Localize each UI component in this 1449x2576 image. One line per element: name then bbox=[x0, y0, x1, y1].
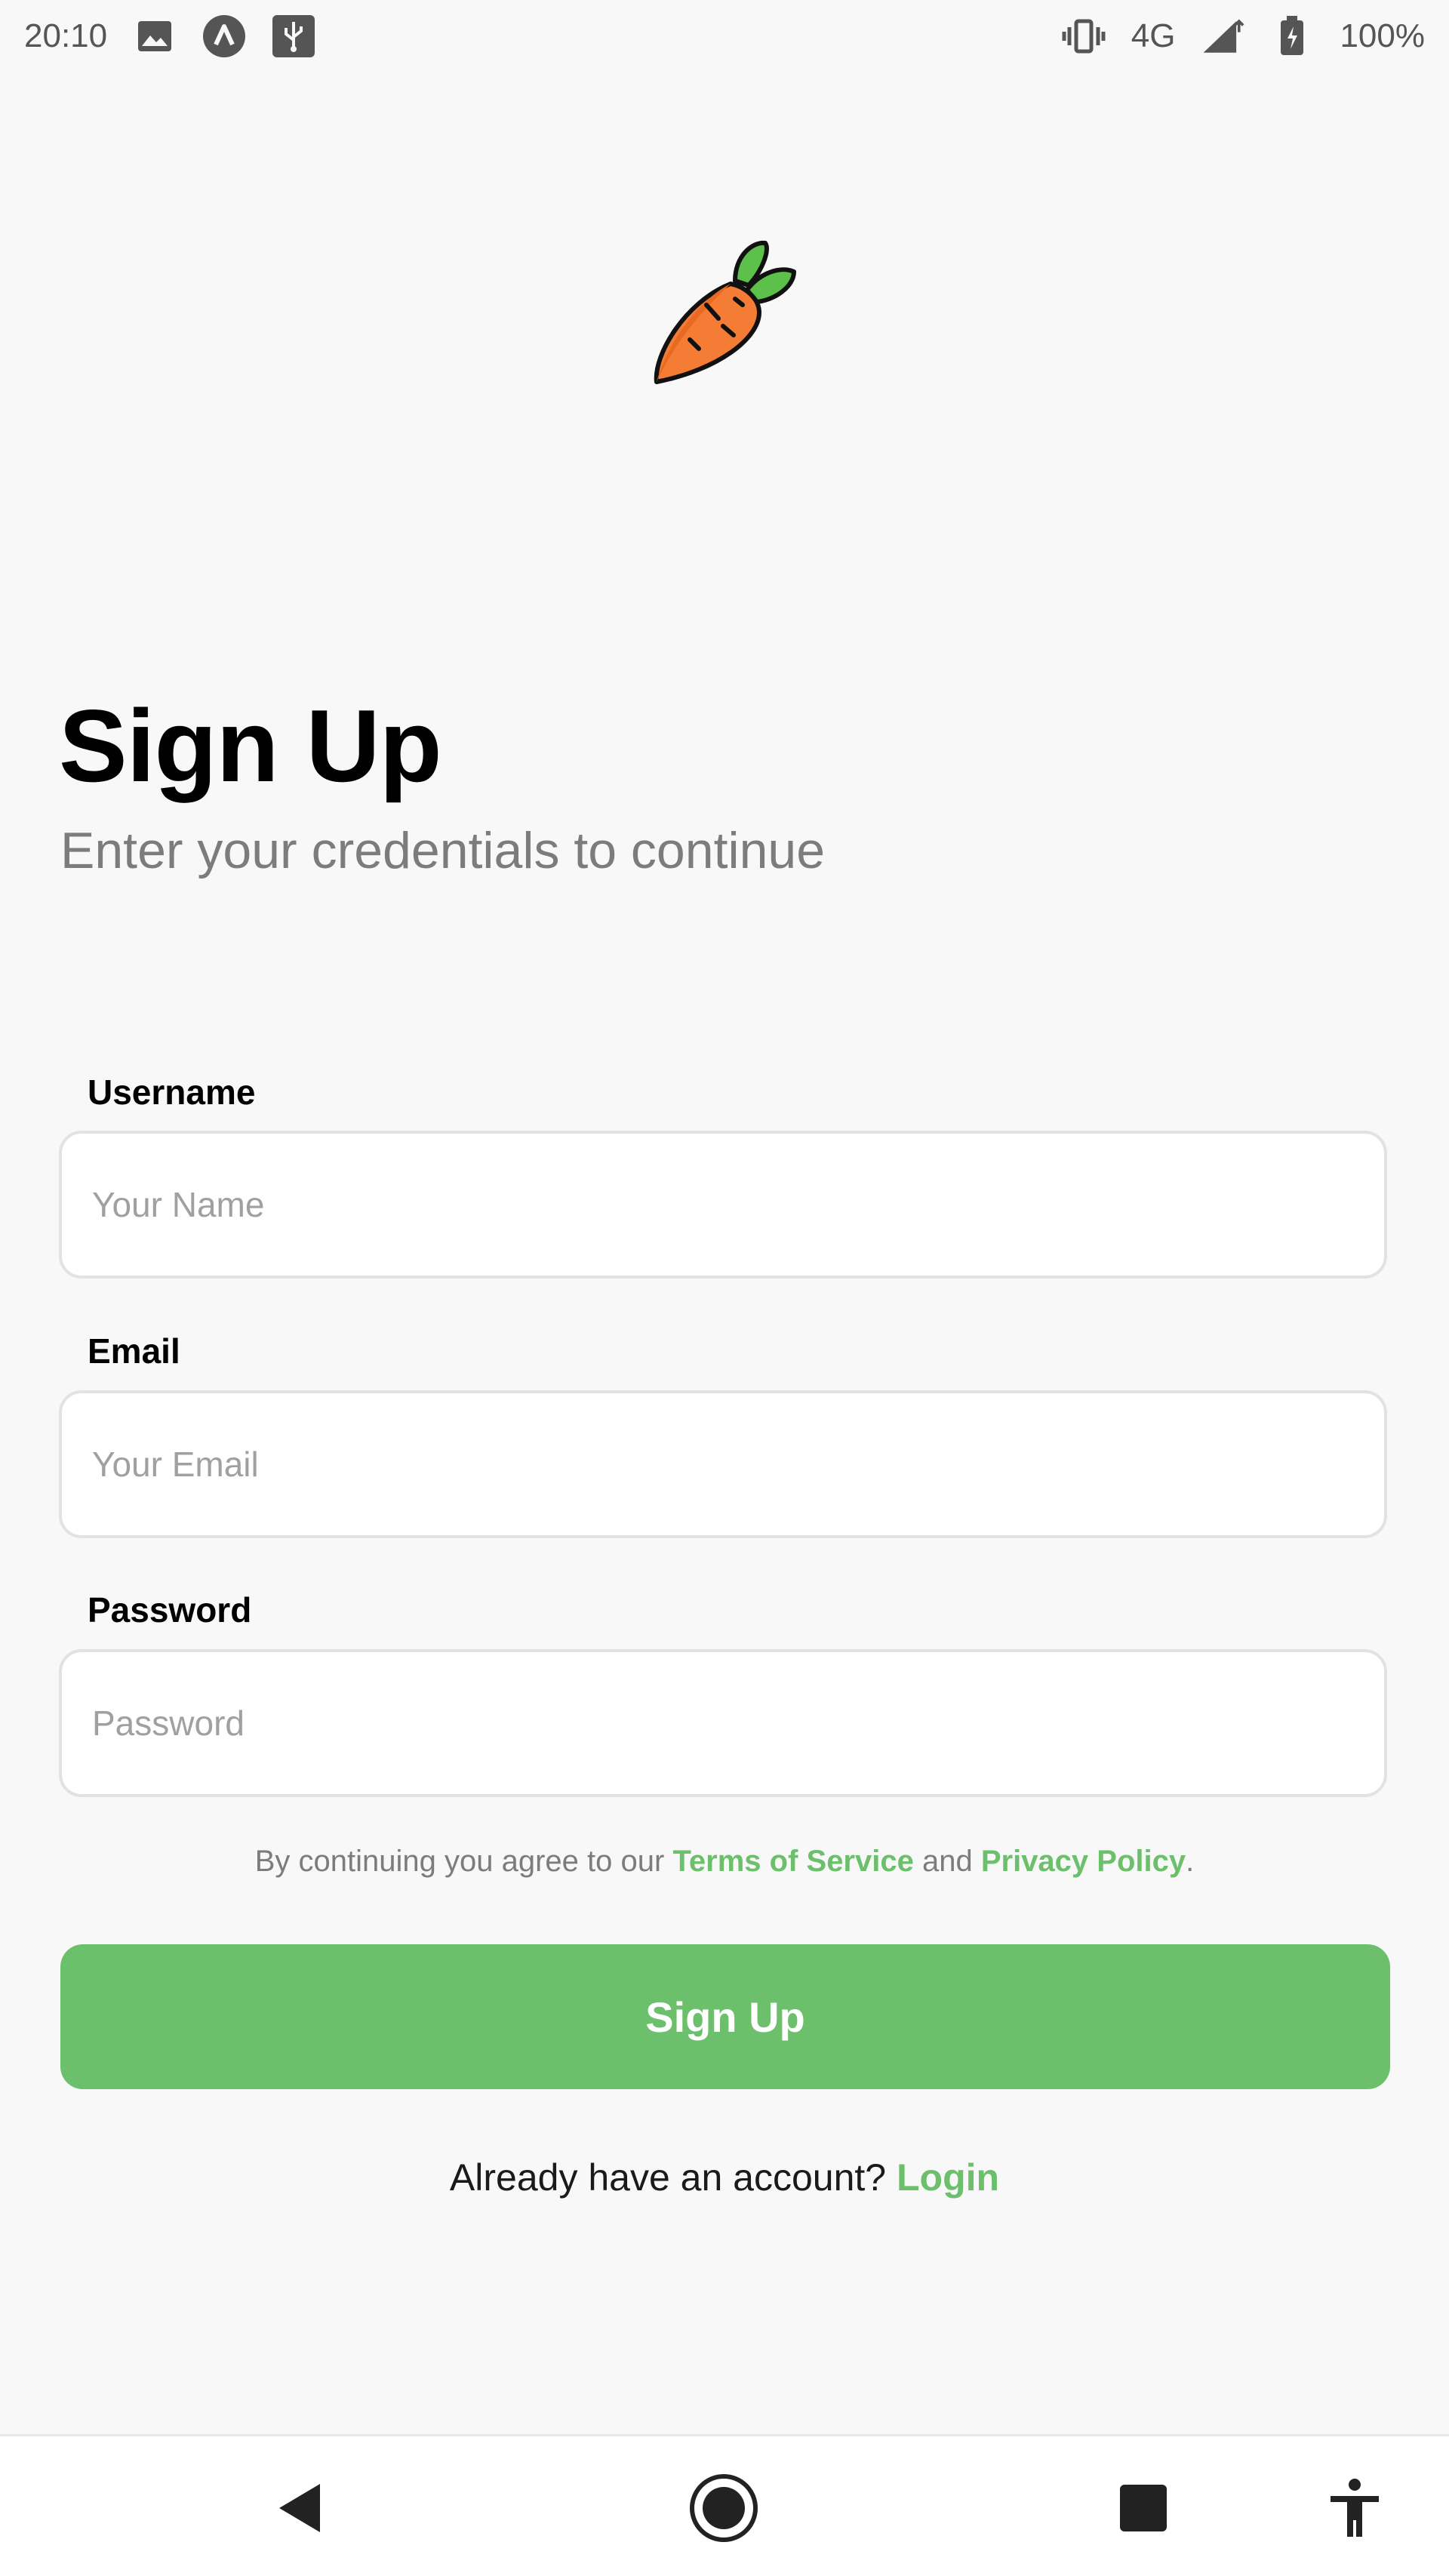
page-title: Sign Up bbox=[59, 688, 442, 803]
recents-icon[interactable] bbox=[1102, 2467, 1185, 2550]
email-label: Email bbox=[88, 1331, 180, 1371]
signal-icon bbox=[1201, 14, 1244, 58]
agreement-suffix: . bbox=[1186, 1845, 1195, 1878]
navigation-bar bbox=[0, 2434, 1449, 2576]
usb-icon bbox=[272, 14, 315, 58]
battery-icon bbox=[1270, 14, 1314, 58]
privacy-policy-link[interactable]: Privacy Policy bbox=[981, 1845, 1186, 1878]
status-bar: 20:10 4G 100% bbox=[0, 0, 1449, 72]
login-prompt: Already have an account? Login bbox=[0, 2156, 1449, 2199]
login-prompt-text: Already have an account? bbox=[449, 2156, 897, 2199]
network-type: 4G bbox=[1131, 17, 1176, 54]
username-input[interactable] bbox=[59, 1131, 1387, 1279]
terms-agreement: By continuing you agree to our Terms of … bbox=[0, 1845, 1449, 1879]
agreement-prefix: By continuing you agree to our bbox=[254, 1845, 673, 1878]
password-input[interactable] bbox=[59, 1649, 1387, 1797]
image-icon bbox=[133, 14, 177, 58]
email-input[interactable] bbox=[59, 1390, 1387, 1538]
status-time: 20:10 bbox=[24, 17, 108, 54]
accessibility-icon[interactable] bbox=[1313, 2467, 1396, 2550]
home-icon[interactable] bbox=[682, 2467, 765, 2550]
vibrate-icon bbox=[1062, 14, 1106, 58]
status-bar-right: 4G 100% bbox=[1062, 14, 1425, 58]
status-bar-left: 20:10 bbox=[24, 14, 315, 58]
page-subtitle: Enter your credentials to continue bbox=[60, 822, 826, 879]
terms-of-service-link[interactable]: Terms of Service bbox=[672, 1845, 913, 1878]
sign-up-button[interactable]: Sign Up bbox=[60, 1944, 1390, 2089]
battery-level: 100% bbox=[1340, 17, 1425, 54]
login-link[interactable]: Login bbox=[897, 2156, 999, 2199]
username-label: Username bbox=[88, 1073, 256, 1112]
back-icon[interactable] bbox=[258, 2467, 341, 2550]
agreement-middle: and bbox=[913, 1845, 981, 1878]
password-label: Password bbox=[88, 1590, 252, 1630]
a-logo-icon bbox=[202, 14, 246, 58]
carrot-icon bbox=[646, 226, 809, 389]
